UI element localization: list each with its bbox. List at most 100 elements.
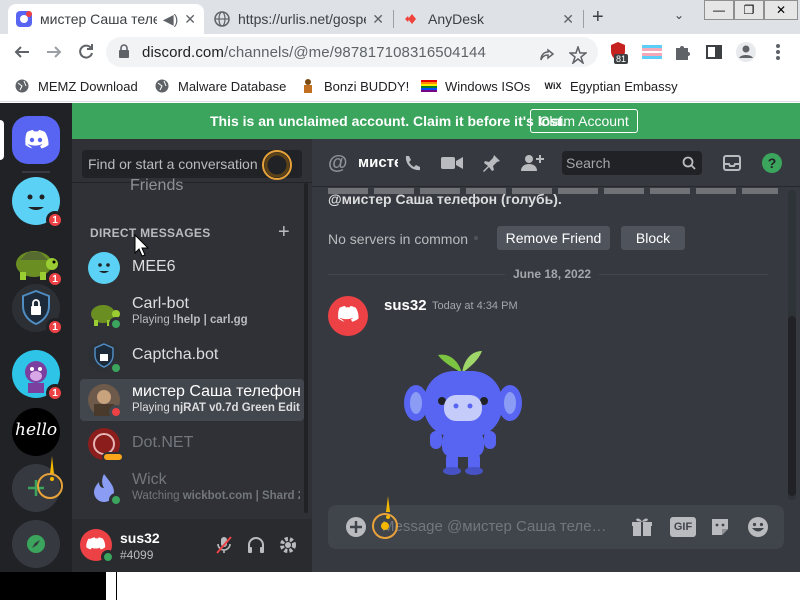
server-captcha-bot[interactable]: 1 [12,284,64,336]
restore-button[interactable]: ❐ [734,0,764,20]
bookmark-malware-db[interactable]: Malware Database [154,76,286,96]
bookmark-windows-isos[interactable]: Windows ISOs [421,76,530,96]
extension-badge: 81 [614,54,629,64]
remove-friend-button[interactable]: Remove Friend [497,226,610,250]
dm-name: MEE6 [132,258,176,275]
upload-plus-icon[interactable] [344,515,368,539]
discord-logo-icon [25,130,49,149]
online-status [101,550,115,564]
server-hello[interactable]: hello [12,408,60,456]
sticker-icon[interactable] [708,515,732,539]
dm-item[interactable]: Carl-bot Playing !help | carl.gg [80,291,304,333]
forward-icon[interactable] [42,40,66,64]
server-mee6[interactable]: 1 [12,177,64,229]
side-panel-icon[interactable] [702,40,726,64]
server-bonzi[interactable]: 1 [12,350,64,402]
speaker-icon[interactable]: ◀) [163,11,178,28]
idle-status [102,452,124,462]
dm-name: мистер Саша телефон (голубь) [132,383,300,400]
explore-servers-button[interactable] [12,520,60,568]
wumpus-sticker [404,351,522,475]
new-tab-button[interactable]: + [592,6,604,29]
shield-lock-icon [22,290,50,326]
home-button[interactable] [12,116,60,164]
user-avatar[interactable] [80,529,115,564]
block-button[interactable]: Block [621,226,685,250]
chat-scrollbar-thumb[interactable] [788,316,796,496]
avatar [88,296,123,331]
claim-account-button[interactable]: Claim Account [530,109,638,133]
mute-microphone-icon[interactable] [214,535,234,560]
desktop-taskbar [0,572,800,600]
window-close-button[interactable]: ✕ [764,0,798,20]
rainbow-flag-icon [421,78,437,94]
gif-button[interactable]: GIF [670,517,696,537]
video-call-icon[interactable] [440,151,464,175]
dm-item[interactable]: Captcha.bot [80,335,304,377]
voice-call-icon[interactable] [400,151,424,175]
reload-icon[interactable] [74,40,98,64]
close-icon[interactable]: ✕ [184,11,196,28]
inbox-icon[interactable] [720,151,744,175]
bookmark-bonzi[interactable]: Bonzi BUDDY! [300,76,409,96]
bookmark-memz[interactable]: MEMZ Download [14,76,138,96]
headphones-icon[interactable] [246,535,266,560]
settings-gear-icon[interactable] [278,535,298,560]
bookmarks-bar: MEMZ Download Malware Database Bonzi BUD… [0,70,800,102]
dm-section-label: DIRECT MESSAGES [90,226,211,240]
extensions-puzzle-icon[interactable] [670,40,694,64]
unread-badge: 1 [46,384,64,402]
tab-title: мистер Саша телефон [40,11,157,27]
message-avatar[interactable] [328,296,368,336]
message-author[interactable]: sus32 [384,297,427,314]
browser-tab-discord[interactable]: мистер Саша телефон ◀) ✕ [8,4,204,34]
pride-flag-extension-icon[interactable] [640,40,664,64]
online-status [109,493,123,507]
tab-separator [393,10,394,28]
friends-nav-item[interactable]: Friends [130,173,270,193]
address-bar[interactable]: discord.com/channels/@me/987817108316504… [106,37,598,67]
user-tag: #4099 [120,548,154,562]
share-icon[interactable] [535,43,559,67]
selected-pill [0,120,4,160]
add-friends-to-dm-icon[interactable] [520,151,544,175]
profile-icon[interactable] [734,40,758,64]
chat-header: @ мистер Саша телефон (голубь) Search ? [312,139,800,187]
dm-item-selected[interactable]: мистер Саша телефон (голубь) Playing njR… [80,379,304,421]
globe-icon [154,78,170,94]
bookmark-star-icon[interactable] [566,43,590,67]
tab-separator [583,10,584,28]
globe-icon [214,11,230,27]
search-icon [682,156,696,170]
minimize-button[interactable]: — [704,0,734,20]
black-panel [0,572,106,600]
sidebar-scrollbar[interactable] [304,183,308,513]
close-icon[interactable]: ✕ [372,11,384,28]
dnd-status [109,405,123,419]
browser-tab-urlis[interactable]: https://urlis.net/gospel ✕ [206,4,392,34]
pinned-messages-icon[interactable] [480,151,504,175]
dm-activity: Playing njRAT v0.7d Green Edition [132,402,300,414]
tab-search-icon[interactable]: ⌄ [674,8,684,22]
close-icon[interactable]: ✕ [562,11,574,28]
server-carl-bot[interactable]: 1 [12,236,64,288]
create-dm-button[interactable]: + [278,221,290,244]
gift-icon[interactable] [630,515,654,539]
menu-kebab-icon[interactable] [766,40,790,64]
extension-shield-icon[interactable]: 81 [606,40,630,64]
dm-item[interactable]: MEE6 [80,247,304,289]
dm-activity: Playing !help | carl.gg [132,314,248,326]
dm-name: Wick [132,471,167,488]
help-icon[interactable]: ? [760,151,784,175]
bookmark-egyptian-embassy[interactable]: WiX Egyptian Embassy [544,76,678,96]
message-input[interactable]: Message @мистер Саша телефон (голубь) [382,518,610,535]
dm-item[interactable]: Dot.NET [80,423,304,465]
dm-item[interactable]: Wick Watching wickbot.com | Shard 2 [80,467,304,509]
back-icon[interactable] [10,40,34,64]
chat-search-input[interactable]: Search [562,151,702,175]
browser-tab-anydesk[interactable]: AnyDesk ✕ [396,4,582,34]
rail-separator [22,171,50,173]
emoji-icon[interactable] [746,515,770,539]
banner-text: This is an unclaimed account. Claim it b… [210,113,567,129]
avatar [88,428,124,462]
